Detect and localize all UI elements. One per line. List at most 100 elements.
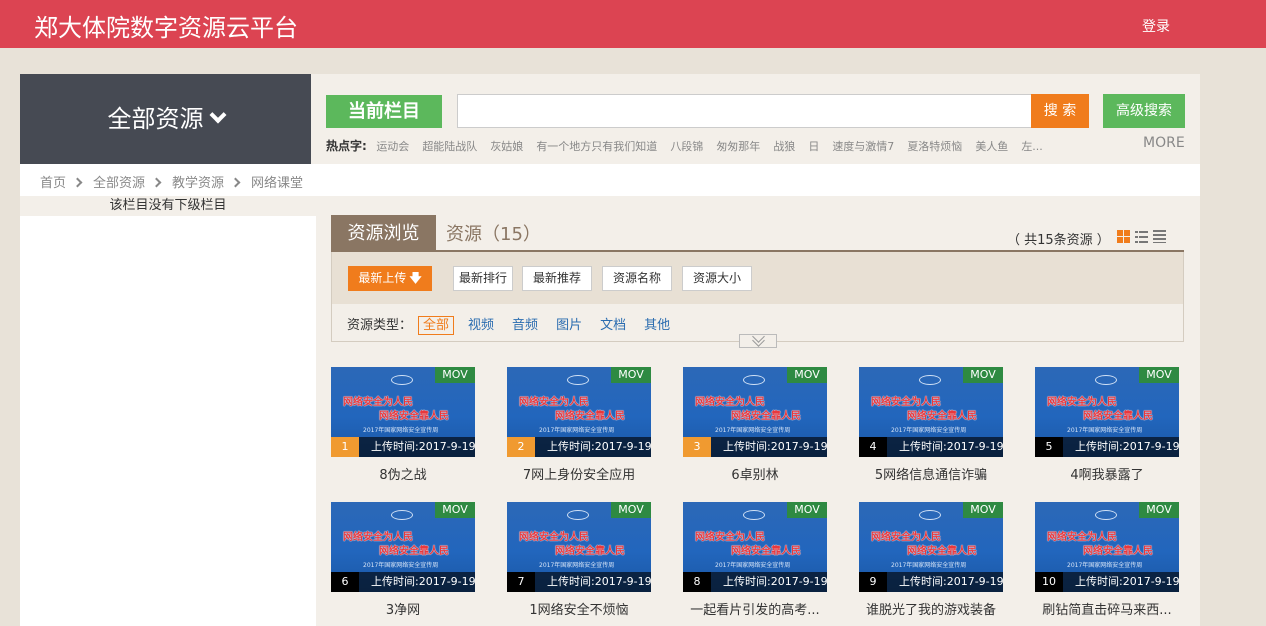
more-link[interactable]: MORE: [1143, 135, 1185, 151]
resource-title[interactable]: 5网络信息通信诈骗: [851, 464, 1011, 483]
rank-number: 4: [859, 437, 887, 457]
search-button[interactable]: 搜 索: [1031, 94, 1089, 128]
resource-card[interactable]: 网络安全为人民 网络安全靠人民 2017年国家网络安全宣传周 MOV 1 上传时间:201…: [331, 367, 475, 487]
resource-title[interactable]: 3净网: [323, 599, 483, 618]
grid-view-icon[interactable]: [1117, 230, 1130, 243]
type-filter-item[interactable]: 文档: [596, 317, 630, 334]
resource-thumbnail[interactable]: 网络安全为人民 网络安全靠人民 2017年国家网络安全宣传周 MOV 8 上传时间:201…: [683, 502, 827, 592]
upload-time: 上传时间:2017-9-19: [723, 440, 827, 453]
emblem-icon: [391, 510, 413, 520]
sort-button[interactable]: 最新推荐: [522, 266, 592, 291]
breadcrumb-item[interactable]: 网络课堂: [251, 176, 303, 191]
breadcrumb-item[interactable]: 全部资源: [93, 176, 145, 191]
resource-title[interactable]: 一起看片引发的高考...: [675, 599, 835, 618]
resource-card[interactable]: 网络安全为人民 网络安全靠人民 2017年国家网络安全宣传周 MOV 10 上传时间:20…: [1035, 502, 1179, 622]
expand-filter-button[interactable]: [739, 330, 777, 348]
hot-word-link[interactable]: 超能陆战队: [422, 140, 477, 153]
hot-word-link[interactable]: 速度与激情7: [832, 140, 894, 153]
resource-thumbnail[interactable]: 网络安全为人民 网络安全靠人民 2017年国家网络安全宣传周 MOV 6 上传时间:201…: [331, 502, 475, 592]
format-badge: MOV: [1139, 367, 1179, 383]
sort-button[interactable]: 资源大小: [682, 266, 752, 291]
thumbnail-sub-text: 2017年国家网络安全宣传周: [891, 427, 967, 434]
resource-thumbnail[interactable]: 网络安全为人民 网络安全靠人民 2017年国家网络安全宣传周 MOV 1 上传时间:201…: [331, 367, 475, 457]
resource-card[interactable]: 网络安全为人民 网络安全靠人民 2017年国家网络安全宣传周 MOV 3 上传时间:201…: [683, 367, 827, 487]
thumbnail-banner-text: 网络安全靠人民: [555, 411, 625, 422]
sort-button[interactable]: 最新上传 🡇: [348, 266, 432, 291]
resource-card[interactable]: 网络安全为人民 网络安全靠人民 2017年国家网络安全宣传周 MOV 6 上传时间:201…: [331, 502, 475, 622]
hot-word-link[interactable]: 八段锦: [670, 140, 703, 153]
all-resources-label: 全部资源: [107, 105, 204, 133]
resource-thumbnail[interactable]: 网络安全为人民 网络安全靠人民 2017年国家网络安全宣传周 MOV 4 上传时间:201…: [859, 367, 1003, 457]
resource-title[interactable]: 6卓别林: [675, 464, 835, 483]
thumbnail-banner-text: 网络安全为人民: [871, 397, 941, 408]
hot-word-link[interactable]: 夏洛特烦恼: [907, 140, 962, 153]
resource-title[interactable]: 刷钻简直击碎马来西...: [1027, 599, 1187, 618]
format-badge: MOV: [787, 502, 827, 518]
advanced-search-button[interactable]: 高级搜索: [1103, 94, 1185, 128]
type-filter-item[interactable]: 音频: [508, 317, 542, 334]
type-filter-item[interactable]: 图片: [552, 317, 586, 334]
hot-word-link[interactable]: 美人鱼: [975, 140, 1008, 153]
hot-word-link[interactable]: 有一个地方只有我们知道: [536, 140, 657, 153]
hot-word-link[interactable]: 左...: [1021, 140, 1043, 153]
all-resources-button[interactable]: 全部资源: [20, 74, 311, 164]
current-column-button[interactable]: 当前栏目: [326, 95, 442, 128]
site-title: 郑大体院数字资源云平台: [34, 14, 298, 42]
resource-thumbnail[interactable]: 网络安全为人民 网络安全靠人民 2017年国家网络安全宣传周 MOV 10 上传时间:20…: [1035, 502, 1179, 592]
resource-title[interactable]: 7网上身份安全应用: [499, 464, 659, 483]
rank-number: 6: [331, 572, 359, 592]
hot-word-link[interactable]: 匆匆那年: [716, 140, 760, 153]
resource-thumbnail[interactable]: 网络安全为人民 网络安全靠人民 2017年国家网络安全宣传周 MOV 7 上传时间:201…: [507, 502, 651, 592]
breadcrumb-item[interactable]: 教学资源: [172, 176, 224, 191]
rank-number: 2: [507, 437, 535, 457]
hot-word-link[interactable]: 灰姑娘: [490, 140, 523, 153]
thumbnail-info-bar: 4 上传时间:2017-9-19: [859, 437, 1003, 457]
resource-title[interactable]: 谁脱光了我的游戏装备: [851, 599, 1011, 618]
type-list: 全部 视频 音频 图片 文档 其他: [418, 316, 684, 335]
thumbnail-banner-text: 网络安全靠人民: [907, 546, 977, 557]
thumbnail-banner-text: 网络安全靠人民: [731, 546, 801, 557]
resource-title[interactable]: 8伪之战: [323, 464, 483, 483]
resource-card[interactable]: 网络安全为人民 网络安全靠人民 2017年国家网络安全宣传周 MOV 9 上传时间:201…: [859, 502, 1003, 622]
emblem-icon: [743, 510, 765, 520]
emblem-icon: [743, 375, 765, 385]
hot-word-link[interactable]: 战狼: [773, 140, 795, 153]
hot-word-link[interactable]: 日: [808, 140, 819, 153]
thumbnail-banner-text: 网络安全为人民: [695, 532, 765, 543]
resource-card[interactable]: 网络安全为人民 网络安全靠人民 2017年国家网络安全宣传周 MOV 8 上传时间:201…: [683, 502, 827, 622]
rank-number: 7: [507, 572, 535, 592]
resource-title[interactable]: 1网络安全不烦恼: [499, 599, 659, 618]
resource-thumbnail[interactable]: 网络安全为人民 网络安全靠人民 2017年国家网络安全宣传周 MOV 3 上传时间:201…: [683, 367, 827, 457]
thumbnail-banner-text: 网络安全为人民: [1047, 532, 1117, 543]
resource-card[interactable]: 网络安全为人民 网络安全靠人民 2017年国家网络安全宣传周 MOV 2 上传时间:201…: [507, 367, 651, 487]
hot-word-link[interactable]: 运动会: [376, 140, 409, 153]
resource-card[interactable]: 网络安全为人民 网络安全靠人民 2017年国家网络安全宣传周 MOV 7 上传时间:201…: [507, 502, 651, 622]
thumbnail-sub-text: 2017年国家网络安全宣传周: [1067, 427, 1143, 434]
list-view-icon[interactable]: [1135, 230, 1148, 243]
sort-button-label: 最新推荐: [532, 271, 581, 285]
type-filter-item[interactable]: 视频: [464, 317, 498, 334]
tab-browse[interactable]: 资源浏览: [331, 215, 436, 252]
resource-thumbnail[interactable]: 网络安全为人民 网络安全靠人民 2017年国家网络安全宣传周 MOV 2 上传时间:201…: [507, 367, 651, 457]
type-filter-item[interactable]: 其他: [640, 317, 674, 334]
type-filter-item[interactable]: 全部: [418, 316, 455, 335]
tab-resources[interactable]: 资源（15）: [446, 220, 541, 246]
thumbnail-info-bar: 5 上传时间:2017-9-19: [1035, 437, 1179, 457]
thumbnail-info-bar: 9 上传时间:2017-9-19: [859, 572, 1003, 592]
resource-thumbnail[interactable]: 网络安全为人民 网络安全靠人民 2017年国家网络安全宣传周 MOV 5 上传时间:201…: [1035, 367, 1179, 457]
login-link[interactable]: 登录: [1142, 16, 1170, 36]
emblem-icon: [391, 375, 413, 385]
thumbnail-sub-text: 2017年国家网络安全宣传周: [363, 427, 439, 434]
search-input[interactable]: [457, 94, 1032, 128]
sort-button[interactable]: 资源名称: [602, 266, 672, 291]
thumbnail-banner-text: 网络安全为人民: [1047, 397, 1117, 408]
emblem-icon: [1095, 510, 1117, 520]
resource-card[interactable]: 网络安全为人民 网络安全靠人民 2017年国家网络安全宣传周 MOV 5 上传时间:201…: [1035, 367, 1179, 487]
detail-view-icon[interactable]: [1153, 230, 1166, 243]
sort-button[interactable]: 最新排行: [453, 266, 513, 291]
thumbnail-banner-text: 网络安全为人民: [343, 532, 413, 543]
resource-card[interactable]: 网络安全为人民 网络安全靠人民 2017年国家网络安全宣传周 MOV 4 上传时间:201…: [859, 367, 1003, 487]
resource-title[interactable]: 4啊我暴露了: [1027, 464, 1187, 483]
resource-thumbnail[interactable]: 网络安全为人民 网络安全靠人民 2017年国家网络安全宣传周 MOV 9 上传时间:201…: [859, 502, 1003, 592]
breadcrumb-item[interactable]: 首页: [40, 176, 66, 191]
